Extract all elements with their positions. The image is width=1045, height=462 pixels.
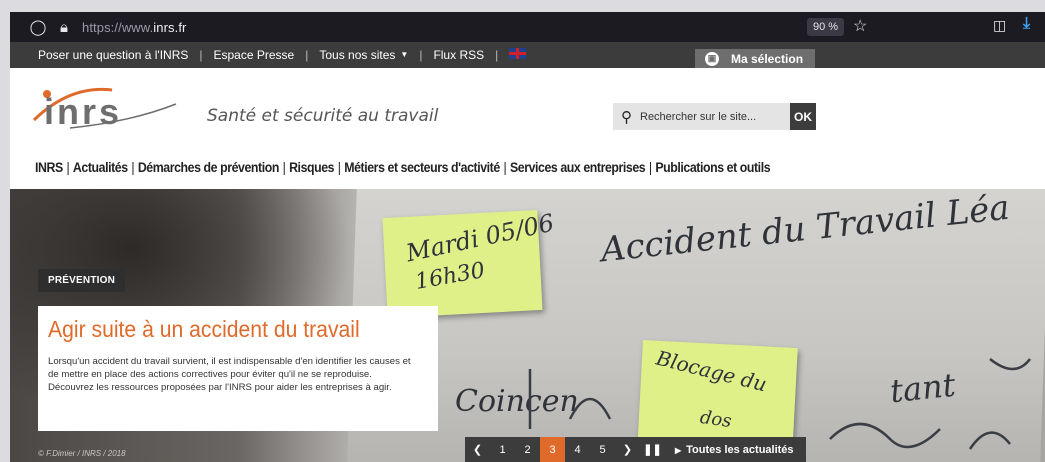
search-icon: ⚲ [621,108,632,126]
carousel-pager: ❮ 1 2 3 4 5 ❯ ❚❚ ▶ Toutes les actualités [465,437,806,462]
nav-item-services[interactable]: Services aux entreprises [510,160,646,175]
news-summary: Lorsqu'un accident du travail survient, … [48,356,411,393]
separator: | [305,48,309,62]
link-all-sites[interactable]: Tous nos sites ▼ [319,48,408,62]
category-badge[interactable]: PRÉVENTION [38,269,126,292]
zoom-level-button[interactable]: 90 % [807,18,845,36]
logo-text: inrs [44,91,122,130]
star-icon[interactable]: ☆ [853,16,867,36]
browser-toolbar: ◯ 🔒︎ https://www.inrs.fr 90 % ☆ ◫ ⤓ [10,12,1045,42]
nav-separator: | [131,160,135,175]
all-news-link[interactable]: ▶ Toutes les actualités [665,444,806,456]
utility-bar: Poser une question à l'INRS | Espace Pre… [10,42,1045,68]
screen: ◯ 🔒︎ https://www.inrs.fr 90 % ☆ ◫ ⤓ Pose… [0,0,1045,462]
shield-icon[interactable]: ◯ [28,18,48,36]
nav-separator: | [282,160,286,175]
nav-item-actualites[interactable]: Actualités [73,160,128,175]
url-domain: inrs.fr [153,19,187,35]
caret-right-icon: ▶ [675,445,682,455]
download-icon[interactable]: ⤓ [1023,15,1030,33]
link-press[interactable]: Espace Presse [214,48,295,62]
my-selection-button[interactable]: ▣ Ma sélection [695,49,815,68]
search-box: ⚲ [613,103,790,130]
slide-page-5[interactable]: 5 [590,437,615,462]
lock-icon[interactable]: 🔒︎ [54,19,74,36]
slide-page-4[interactable]: 4 [565,437,590,462]
pause-icon[interactable]: ❚❚ [640,437,665,462]
hero-carousel: Mardi 05/06 16h30 Blocage du dos Acciden… [10,189,1045,462]
site-header: inrs Santé et sécurité au travail ⚲ OK I… [10,68,1045,198]
separator: | [419,48,423,62]
my-selection-label: Ma sélection [731,51,804,66]
nav-separator: | [648,160,652,175]
inrs-logo[interactable]: inrs [30,80,180,130]
nav-item-risques[interactable]: Risques [289,160,334,175]
link-rss[interactable]: Flux RSS [433,48,484,62]
prev-slide-button[interactable]: ❮ [465,437,490,462]
nav-separator: | [337,160,341,175]
slide-page-1[interactable]: 1 [490,437,515,462]
nav-separator: | [66,160,70,175]
nav-item-metiers[interactable]: Métiers et secteurs d'activité [344,160,500,175]
nav-separator: | [503,160,507,175]
next-slide-button[interactable]: ❯ [615,437,640,462]
link-all-sites-label: Tous nos sites [319,48,396,62]
nav-item-publications[interactable]: Publications et outils [655,160,770,175]
address-bar[interactable]: https://www.inrs.fr [82,20,186,35]
utility-links: Poser une question à l'INRS | Espace Pre… [38,48,527,62]
search-input[interactable] [640,110,770,123]
news-card[interactable]: Agir suite à un accident du travail Lors… [38,306,438,431]
nav-item-demarches[interactable]: Démarches de prévention [138,160,280,175]
uk-flag-icon[interactable] [509,48,527,59]
web-page: Poser une question à l'INRS | Espace Pre… [10,42,1045,462]
separator: | [495,48,499,62]
slide-page-2[interactable]: 2 [515,437,540,462]
pocket-icon[interactable]: ◫ [993,17,1006,34]
link-ask-question[interactable]: Poser une question à l'INRS [38,48,188,62]
site-tagline: Santé et sécurité au travail [207,106,439,126]
search-ok-button[interactable]: OK [790,103,816,130]
selection-icon: ▣ [705,51,719,66]
photo-credit: © F.Dimier / INRS / 2018 [38,449,126,458]
url-prefix: https://www. [82,19,154,35]
news-title[interactable]: Agir suite à un accident du travail [48,316,398,343]
separator: | [199,48,203,62]
nav-item-inrs[interactable]: INRS [35,160,63,175]
caret-down-icon: ▼ [400,50,409,59]
slide-page-3-active[interactable]: 3 [540,437,565,462]
main-navigation: INRS | Actualités | Démarches de prévent… [35,160,771,175]
all-news-label: Toutes les actualités [686,443,794,456]
